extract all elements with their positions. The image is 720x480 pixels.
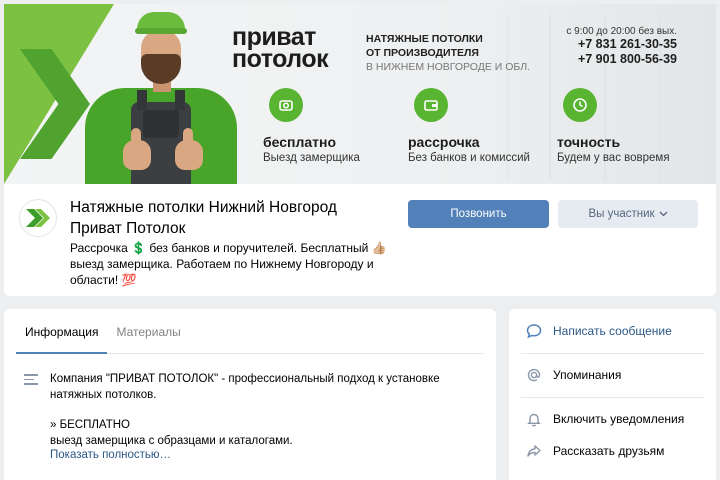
actions-divider — [521, 397, 705, 398]
description-icon — [24, 374, 38, 388]
share-icon — [525, 442, 543, 460]
call-button[interactable]: Позвонить — [408, 200, 549, 228]
feature-accuracy: точность Будем у вас вовремя — [557, 88, 670, 164]
membership-button[interactable]: Вы участник — [558, 200, 698, 228]
message-icon — [525, 322, 543, 340]
phone-number-2: +7 901 800-56-39 — [577, 52, 677, 66]
description-free-heading: » БЕСПЛАТНО — [50, 419, 130, 431]
show-more-link[interactable]: Показать полностью… — [50, 449, 484, 461]
tab-information[interactable]: Информация — [16, 309, 108, 354]
description-free-text: выезд замерщика с образцами и каталогами… — [50, 435, 293, 447]
mentions-action[interactable]: Упоминания — [525, 365, 621, 385]
worker-illustration — [79, 10, 249, 184]
feature-installment: рассрочка Без банков и комиссий — [408, 88, 530, 164]
bell-icon — [525, 410, 543, 428]
wallet-icon — [414, 88, 448, 122]
brand-logo: приват потолок — [232, 23, 329, 73]
feature-free-measure: бесплатно Выезд замерщика — [263, 88, 360, 164]
cover-banner: приват потолок НАТЯЖНЫЕ ПОТОЛКИ ОТ ПРОИЗ… — [4, 4, 716, 184]
community-status: Рассрочка 💲 без банков и поручителей. Бе… — [70, 241, 387, 287]
clock-icon — [563, 88, 597, 122]
actions-divider — [521, 353, 705, 354]
enable-notifications-action[interactable]: Включить уведомления — [525, 409, 684, 429]
chevron-down-icon — [659, 208, 668, 220]
tab-materials[interactable]: Материалы — [107, 309, 189, 354]
info-description: Компания "ПРИВАТ ПОТОЛОК" - профессионал… — [24, 371, 484, 461]
cover-contacts: с 9:00 до 20:00 без вых. +7 831 261-30-3… — [559, 26, 677, 67]
measure-icon — [269, 88, 303, 122]
phone-number-1: +7 831 261-30-35 — [577, 37, 677, 51]
info-card: Информация Материалы Компания "ПРИВАТ ПО… — [4, 309, 496, 480]
working-hours: с 9:00 до 20:00 без вых. — [566, 26, 677, 37]
community-avatar[interactable] — [19, 199, 57, 237]
description-paragraph: Компания "ПРИВАТ ПОТОЛОК" - профессионал… — [50, 373, 440, 401]
info-tabs: Информация Материалы — [16, 309, 484, 354]
community-logo-icon — [26, 209, 50, 227]
share-with-friends-action[interactable]: Рассказать друзьям — [525, 441, 664, 461]
community-title: Натяжные потолки Нижний Новгород Приват … — [70, 199, 337, 237]
actions-card: Написать сообщение Упоминания Включить у… — [509, 309, 716, 480]
community-header-card: приват потолок НАТЯЖНЫЕ ПОТОЛКИ ОТ ПРОИЗ… — [4, 4, 716, 296]
send-message-action[interactable]: Написать сообщение — [525, 321, 672, 341]
cover-tagline: НАТЯЖНЫЕ ПОТОЛКИ ОТ ПРОИЗВОДИТЕЛЯ В НИЖН… — [366, 33, 531, 73]
at-icon — [525, 366, 543, 384]
